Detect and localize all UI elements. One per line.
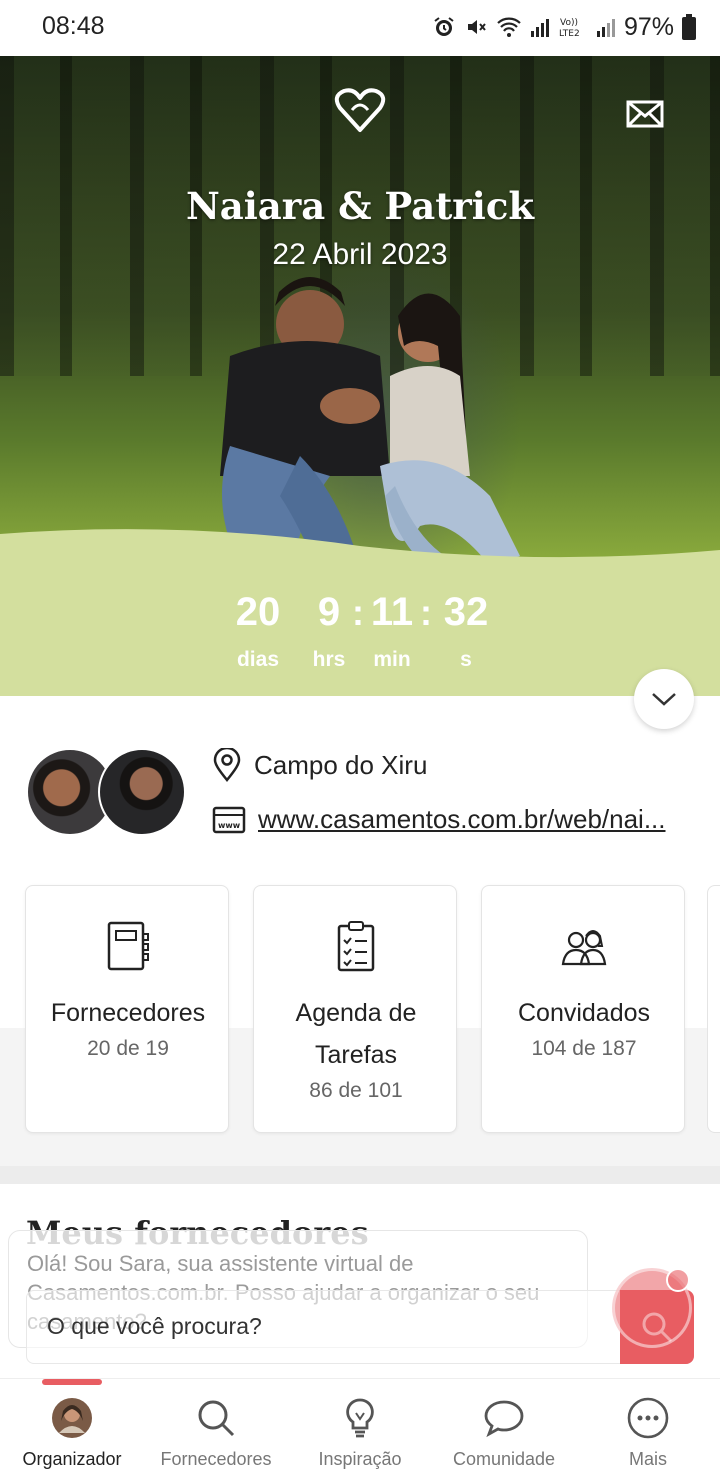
website-row[interactable]: www www.casamentos.com.br/web/nai... <box>212 804 688 835</box>
location-pin-icon <box>213 748 241 782</box>
countdown-minutes-label: min <box>373 648 411 671</box>
card-count: 86 de 101 <box>309 1079 403 1102</box>
nav-comunidade[interactable]: Comunidade <box>434 1397 574 1470</box>
wifi-icon <box>497 17 521 37</box>
card-count: 20 de 19 <box>87 1037 169 1060</box>
notification-dot <box>666 1268 690 1292</box>
nav-label: Organizador <box>22 1449 122 1469</box>
search-input[interactable]: O que você procura? <box>26 1290 694 1364</box>
card-title: Convidados <box>517 999 651 1027</box>
location-text: Campo do Xiru <box>254 749 428 780</box>
profile-photo <box>52 1398 92 1438</box>
nav-organizador[interactable]: Organizador <box>2 1397 142 1470</box>
signal-icon <box>530 19 549 37</box>
battery-percent: 97% <box>623 12 674 41</box>
wedding-date: 22 Abril 2023 <box>272 238 448 271</box>
couple-names: Naiara & Patrick <box>185 184 535 228</box>
mail-icon[interactable] <box>626 100 664 128</box>
mute-icon <box>467 20 486 34</box>
status-bar: 08:48 Vo)) LTE2 97% <box>0 0 720 56</box>
countdown-days-value: 20 <box>235 590 281 634</box>
nav-label: Fornecedores <box>160 1449 272 1469</box>
nav-label: Inspiração <box>318 1449 402 1469</box>
checklist-icon <box>337 921 375 972</box>
guests-icon <box>561 930 607 966</box>
status-time: 08:48 <box>42 12 105 40</box>
couple-avatars[interactable] <box>26 748 186 838</box>
website-icon: www <box>212 806 246 833</box>
search-icon <box>198 1400 235 1437</box>
location-row: Campo do Xiru <box>212 748 427 782</box>
heart-icon[interactable] <box>334 86 386 134</box>
alarm-icon <box>434 17 454 36</box>
website-link[interactable]: www.casamentos.com.br/web/nai... <box>258 804 688 835</box>
card-title: Agenda de Tarefas <box>295 999 417 1069</box>
countdown-seconds-label: s <box>460 648 472 671</box>
card-partial[interactable] <box>707 885 720 1133</box>
card-title: Fornecedores <box>50 999 206 1027</box>
section-divider <box>0 1166 720 1184</box>
status-icons: Vo)) LTE2 97% <box>432 12 696 42</box>
battery-icon <box>682 14 696 40</box>
nav-inspiracao[interactable]: Inspiração <box>290 1397 430 1470</box>
nav-label: Comunidade <box>452 1449 556 1469</box>
expand-button[interactable] <box>634 669 694 729</box>
nav-mais[interactable]: Mais <box>578 1397 718 1470</box>
more-icon <box>627 1397 669 1439</box>
nav-fornecedores[interactable]: Fornecedores <box>146 1397 286 1470</box>
volte-icon: Vo))LTE2 <box>559 18 580 39</box>
active-tab-indicator <box>42 1379 102 1385</box>
bottom-navigation: Organizador Fornecedores Inspiração Comu… <box>0 1378 720 1473</box>
lightbulb-icon <box>346 1398 374 1438</box>
chat-bubble-icon <box>484 1400 524 1438</box>
svg-text:Vo)): Vo)) <box>560 18 578 28</box>
card-agenda-tarefas[interactable]: Agenda de Tarefas 86 de 101 <box>253 885 457 1133</box>
svg-text:LTE2: LTE2 <box>559 29 580 39</box>
svg-text:www: www <box>218 821 241 830</box>
notebook-icon <box>107 921 149 971</box>
card-fornecedores[interactable]: Fornecedores 20 de 19 <box>25 885 229 1133</box>
search-placeholder: O que você procura? <box>47 1313 262 1339</box>
countdown-days-label: dias <box>236 648 280 671</box>
nav-label: Mais <box>628 1449 667 1469</box>
avatar <box>98 748 186 836</box>
signal2-icon <box>596 19 615 37</box>
card-convidados[interactable]: Convidados 104 de 187 <box>481 885 685 1133</box>
chevron-down-icon <box>652 693 676 706</box>
countdown: 20 9 : 11 : 32 dias hrs min s <box>0 590 720 680</box>
countdown-seconds-value: 32 <box>443 590 489 634</box>
card-count: 104 de 187 <box>531 1037 637 1060</box>
